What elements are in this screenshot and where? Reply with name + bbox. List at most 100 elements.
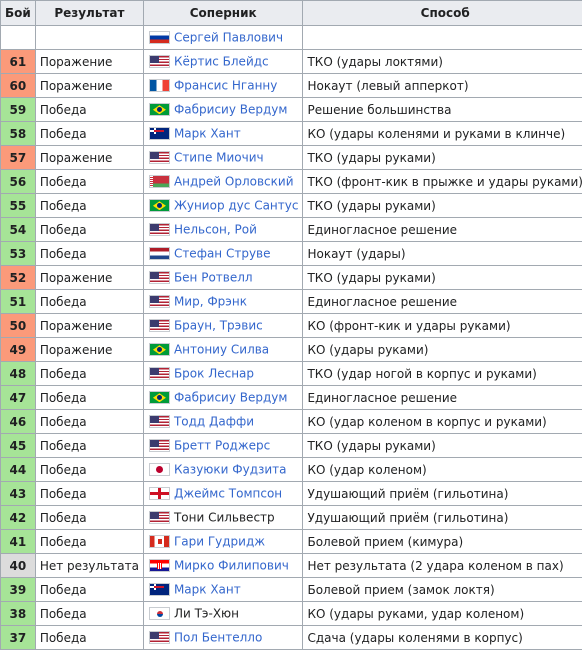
france-flag-icon xyxy=(149,79,170,92)
method-cell: Болевой прием (замок локтя) xyxy=(303,578,582,602)
table-row: 40Нет результатаМирко ФилиповичНет резул… xyxy=(1,554,582,578)
opponent-link[interactable]: Марк Хант xyxy=(174,583,241,597)
opponent-cell: Сергей Павлович xyxy=(143,26,303,50)
table-row: 57ПоражениеСтипе МиочичТКО (удары руками… xyxy=(1,146,582,170)
usa-flag-icon xyxy=(149,319,170,332)
opponent-link[interactable]: Мирко Филипович xyxy=(174,559,289,573)
opponent-link[interactable]: Бретт Роджерс xyxy=(174,439,270,453)
opponent-link[interactable]: Антониу Силва xyxy=(174,343,269,357)
opponent-link[interactable]: Сергей Павлович xyxy=(174,31,283,45)
opponent-link[interactable]: Мир, Фрэнк xyxy=(174,295,247,309)
opponent-link[interactable]: Стефан Струве xyxy=(174,247,271,261)
table-row: 48Победа Брок Леснар ТКО (удар ногой в кор… xyxy=(1,362,582,386)
result-cell: Победа xyxy=(35,626,143,650)
result-cell: Победа xyxy=(35,458,143,482)
usa-flag-icon xyxy=(149,223,170,236)
opponent-cell: Жуниор дус Сантус xyxy=(143,194,303,218)
method-cell: КО (удары руками) xyxy=(303,338,582,362)
table-row: 44ПобедаКазуюки ФудзитаКО (удар коленом)… xyxy=(1,458,582,482)
opponent-cell: Ли Тэ-Хюн xyxy=(143,602,303,626)
table-row: Сергей ПавловичU xyxy=(1,26,582,50)
opponent-link[interactable]: Стипе Миочич xyxy=(174,151,264,165)
table-row: 47ПобедаФабрисиу ВердумЕдиногласное реше… xyxy=(1,386,582,410)
header-row: Бой Результат Соперник Способ xyxy=(1,1,582,26)
opponent-link[interactable]: Казуюки Фудзита xyxy=(174,463,287,477)
result-cell: Победа xyxy=(35,290,143,314)
result-cell: Поражение xyxy=(35,50,143,74)
south-korea-flag-icon xyxy=(149,607,170,620)
result-cell: Поражение xyxy=(35,314,143,338)
method-cell: ТКО (удар ногой в корпус и руками) xyxy=(303,362,582,386)
opponent-cell: Гари Гудридж xyxy=(143,530,303,554)
fight-number-cell: 55 xyxy=(1,194,36,218)
opponent-cell: Пол Бентелло xyxy=(143,626,303,650)
result-cell: Победа xyxy=(35,434,143,458)
fight-number-cell: 57 xyxy=(1,146,36,170)
opponent-link[interactable]: Пол Бентелло xyxy=(174,631,262,645)
result-cell: Победа xyxy=(35,362,143,386)
method-cell: Единогласное решение xyxy=(303,290,582,314)
opponent-link[interactable]: Гари Гудридж xyxy=(174,535,265,549)
england-flag-icon xyxy=(149,487,170,500)
opponent-link[interactable]: Марк Хант xyxy=(174,127,241,141)
fight-number-cell: 50 xyxy=(1,314,36,338)
netherlands-flag-icon xyxy=(149,247,170,260)
method-cell: Единогласное решение xyxy=(303,386,582,410)
header-method: Способ xyxy=(303,1,582,26)
opponent-link[interactable]: Тодд Даффи xyxy=(174,415,254,429)
table-row: 58ПобедаМарк ХантКО (удары коленями и ру… xyxy=(1,122,582,146)
opponent-link[interactable]: Браун, Трэвис xyxy=(174,319,263,333)
table-row: 37Победа Пол Бентелло Сдача (удары коленям… xyxy=(1,626,582,650)
method-cell: Нокаут (удары) xyxy=(303,242,582,266)
usa-flag-icon xyxy=(149,151,170,164)
method-cell: Сдача (удары коленями в корпус) xyxy=(303,626,582,650)
method-cell: КО (удары коленями и руками в клинче) xyxy=(303,122,582,146)
brazil-flag-icon xyxy=(149,103,170,116)
fight-number-cell: 60 xyxy=(1,74,36,98)
opponent-cell: Бен Ротвелл xyxy=(143,266,303,290)
opponent-link[interactable]: Кёртис Блейдс xyxy=(174,55,269,69)
header-fight: Бой xyxy=(1,1,36,26)
table-row: 43ПобедаДжеймс ТомпсонУдушающий приём (г… xyxy=(1,482,582,506)
fight-number-cell xyxy=(1,26,36,50)
fight-number-cell: 49 xyxy=(1,338,36,362)
method-cell: Удушающий приём (гильотина) xyxy=(303,482,582,506)
croatia-flag-icon xyxy=(149,559,170,572)
canada-flag-icon xyxy=(149,535,170,548)
fight-number-cell: 37 xyxy=(1,626,36,650)
opponent-link[interactable]: Фабрисиу Вердум xyxy=(174,103,288,117)
fight-number-cell: 54 xyxy=(1,218,36,242)
result-cell: Победа xyxy=(35,602,143,626)
opponent-link[interactable]: Джеймс Томпсон xyxy=(174,487,282,501)
table-row: 61ПоражениеКёртис БлейдсТКО (удары локтя… xyxy=(1,50,582,74)
opponent-link[interactable]: Бен Ротвелл xyxy=(174,271,253,285)
fight-number-cell: 39 xyxy=(1,578,36,602)
opponent-link[interactable]: Нельсон, Рой xyxy=(174,223,257,237)
table-row: 50ПоражениеБраун, ТрэвисКО (фронт-кик и … xyxy=(1,314,582,338)
table-row: 49Поражение Антониу Силва КО (удары руками… xyxy=(1,338,582,362)
opponent-name: Тони Сильвестр xyxy=(174,511,275,525)
opponent-link[interactable]: Брок Леснар xyxy=(174,367,254,381)
table-row: 56ПобедаАндрей ОрловскийТКО (фронт-кик в… xyxy=(1,170,582,194)
result-cell: Победа xyxy=(35,530,143,554)
fight-number-cell: 47 xyxy=(1,386,36,410)
opponent-link[interactable]: Жуниор дус Сантус xyxy=(174,199,299,213)
opponent-link[interactable]: Франсис Нганну xyxy=(174,79,277,93)
fight-record-table: Бой Результат Соперник Способ Сергей Пав… xyxy=(0,0,582,650)
opponent-cell: Марк Хант xyxy=(143,122,303,146)
new-zealand-flag-icon xyxy=(149,583,170,596)
result-cell: Нет результата xyxy=(35,554,143,578)
result-cell: Поражение xyxy=(35,338,143,362)
method-cell: ТКО (удары руками) xyxy=(303,146,582,170)
usa-flag-icon xyxy=(149,439,170,452)
result-cell: Победа xyxy=(35,170,143,194)
fight-number-cell: 40 xyxy=(1,554,36,578)
fight-number-cell: 46 xyxy=(1,410,36,434)
method-cell: КО (удары руками, удар коленом) xyxy=(303,602,582,626)
russia-flag-icon xyxy=(149,31,170,44)
opponent-link[interactable]: Андрей Орловский xyxy=(174,175,294,189)
method-cell: Решение большинства xyxy=(303,98,582,122)
fight-number-cell: 48 xyxy=(1,362,36,386)
opponent-cell: Браун, Трэвис xyxy=(143,314,303,338)
opponent-link[interactable]: Фабрисиу Вердум xyxy=(174,391,288,405)
